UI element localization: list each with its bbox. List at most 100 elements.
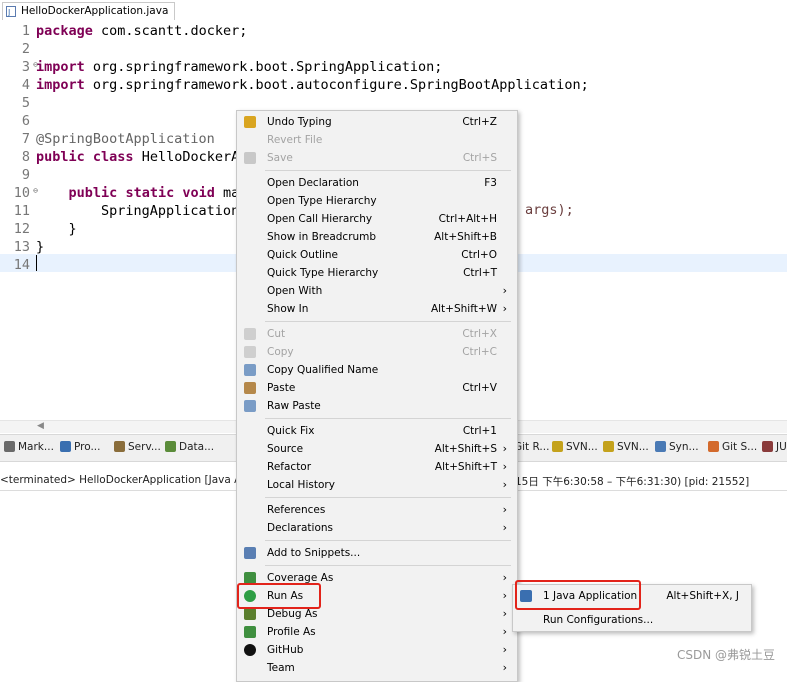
code-line: import org.springframework.boot.SpringAp… [36,59,443,75]
menu-separator [265,418,511,419]
view-tab-icon [4,441,15,452]
chevron-right-icon: › [502,302,507,315]
snippets-icon [244,547,256,559]
save-icon [244,152,256,164]
menu-item-add-to-snippets[interactable]: Add to Snippets... [237,544,517,562]
view-tab[interactable]: SVN... [603,441,649,453]
chevron-right-icon: › [502,661,507,674]
chevron-right-icon: › [502,284,507,297]
editor-tab-title: HelloDockerApplication.java [21,5,169,17]
chevron-right-icon: › [502,460,507,473]
view-tab[interactable]: SVN... [552,441,598,453]
view-tab-label: Serv... [128,441,161,453]
code-line: import org.springframework.boot.autoconf… [36,77,589,93]
menu-item-references[interactable]: References › [237,501,517,519]
menu-item-open-with[interactable]: Open With › [237,282,517,300]
menu-item-quick-fix[interactable]: Quick Fix Ctrl+1 [237,422,517,440]
menu-item-undo-typing[interactable]: Undo Typing Ctrl+Z [237,113,517,131]
menu-item-label: Raw Paste [267,400,321,412]
view-tab-icon [762,441,773,452]
menu-item-github[interactable]: GitHub › [237,641,517,659]
debug-icon [244,608,256,620]
view-tab[interactable]: Git S... [708,441,757,453]
menu-item-label: Open Call Hierarchy [267,213,373,225]
menu-item-open-call-hierarchy[interactable]: Open Call Hierarchy Ctrl+Alt+H [237,210,517,228]
line-number: 4 [21,77,30,93]
menu-item-label: Source [267,443,304,455]
view-tab[interactable]: Pro... [60,441,101,453]
menu-item-label: Quick Outline [267,249,339,261]
menu-item-raw-paste[interactable]: Raw Paste [237,397,517,415]
chevron-right-icon: › [502,521,507,534]
run-as-highlight [237,583,321,609]
profile-icon [244,626,256,638]
menu-item-label: Paste [267,382,296,394]
view-tab[interactable]: Mark... [4,441,54,453]
menu-item-copy-qualified-name[interactable]: Copy Qualified Name [237,361,517,379]
editor-tab[interactable]: J HelloDockerApplication.java [2,2,176,20]
menu-item-label: Cut [267,328,286,340]
view-tab[interactable]: Syn... [655,441,699,453]
menu-item-copy: Copy Ctrl+C [237,343,517,361]
view-tab-label: JU [776,441,787,453]
menu-item-label: Copy [267,346,294,358]
menu-separator [265,497,511,498]
menu-item-open-type-hierarchy[interactable]: Open Type Hierarchy [237,192,517,210]
menu-item-profile-as[interactable]: Profile As › [237,623,517,641]
menu-item-refactor[interactable]: Refactor Alt+Shift+T › [237,458,517,476]
editor-tab-bar: J HelloDockerApplication.java [0,0,787,21]
code-line: public class HelloDockerA [36,149,240,165]
scroll-left-icon[interactable]: ◀ [37,421,44,431]
view-tab[interactable]: Serv... [114,441,161,453]
menu-item-label: Open Type Hierarchy [267,195,377,207]
github-icon [244,644,256,656]
menu-item-team[interactable]: Team › [237,659,517,677]
line-number: 8 [21,149,30,165]
menu-item-show-in[interactable]: Show In Alt+Shift+W › [237,300,517,318]
menu-item-declarations[interactable]: Declarations › [237,519,517,537]
menu-item-show-in-breadcrumb[interactable]: Show in Breadcrumb Alt+Shift+B [237,228,517,246]
menu-item-paste[interactable]: Paste Ctrl+V [237,379,517,397]
menu-item-label: Refactor [267,461,312,473]
chevron-right-icon: › [502,478,507,491]
view-tab-label: SVN... [566,441,598,453]
menu-item-cut: Cut Ctrl+X [237,325,517,343]
chevron-right-icon: › [502,625,507,638]
menu-item-quick-type-hierarchy[interactable]: Quick Type Hierarchy Ctrl+T [237,264,517,282]
view-tab[interactable]: JU [762,441,787,453]
code-line: SpringApplication [36,203,240,219]
menu-item-label: Quick Fix [267,425,315,437]
menu-item-shortcut: Ctrl+S [462,152,497,164]
menu-item-quick-outline[interactable]: Quick Outline Ctrl+O [237,246,517,264]
menu-item-source[interactable]: Source Alt+Shift+S › [237,440,517,458]
menu-item-run-configurations[interactable]: Run Configurations... [513,611,751,629]
menu-item-shortcut: Alt+Shift+T [434,461,497,473]
menu-item-label: Undo Typing [267,116,332,128]
menu-item-label: Open Declaration [267,177,359,189]
line-number: 6 [21,113,30,129]
chevron-right-icon: › [502,643,507,656]
code-line: public static void ma [68,185,240,201]
view-tab[interactable]: Data... [165,441,214,453]
line-number: 3 [0,59,38,75]
view-tab-label: Git R... [514,441,550,453]
view-tab-icon [708,441,719,452]
copy-icon [244,346,256,358]
view-tab-label: Pro... [74,441,101,453]
view-tab-icon [603,441,614,452]
line-number: 12 [13,221,30,237]
view-tab-label: SVN... [617,441,649,453]
menu-item-label: Add to Snippets... [267,547,361,559]
menu-item-local-history[interactable]: Local History › [237,476,517,494]
cut-icon [244,328,256,340]
menu-separator [265,540,511,541]
line-number: 5 [21,95,30,111]
code-line: package com.scantt.docker; [36,23,248,39]
menu-item-open-declaration[interactable]: Open Declaration F3 [237,174,517,192]
line-number: 2 [21,41,30,57]
line-number: 1 [21,23,30,39]
chevron-right-icon: › [502,571,507,584]
menu-item-label: GitHub [267,644,304,656]
chevron-right-icon: › [502,589,507,602]
code-line: @SpringBootApplication [36,131,215,147]
